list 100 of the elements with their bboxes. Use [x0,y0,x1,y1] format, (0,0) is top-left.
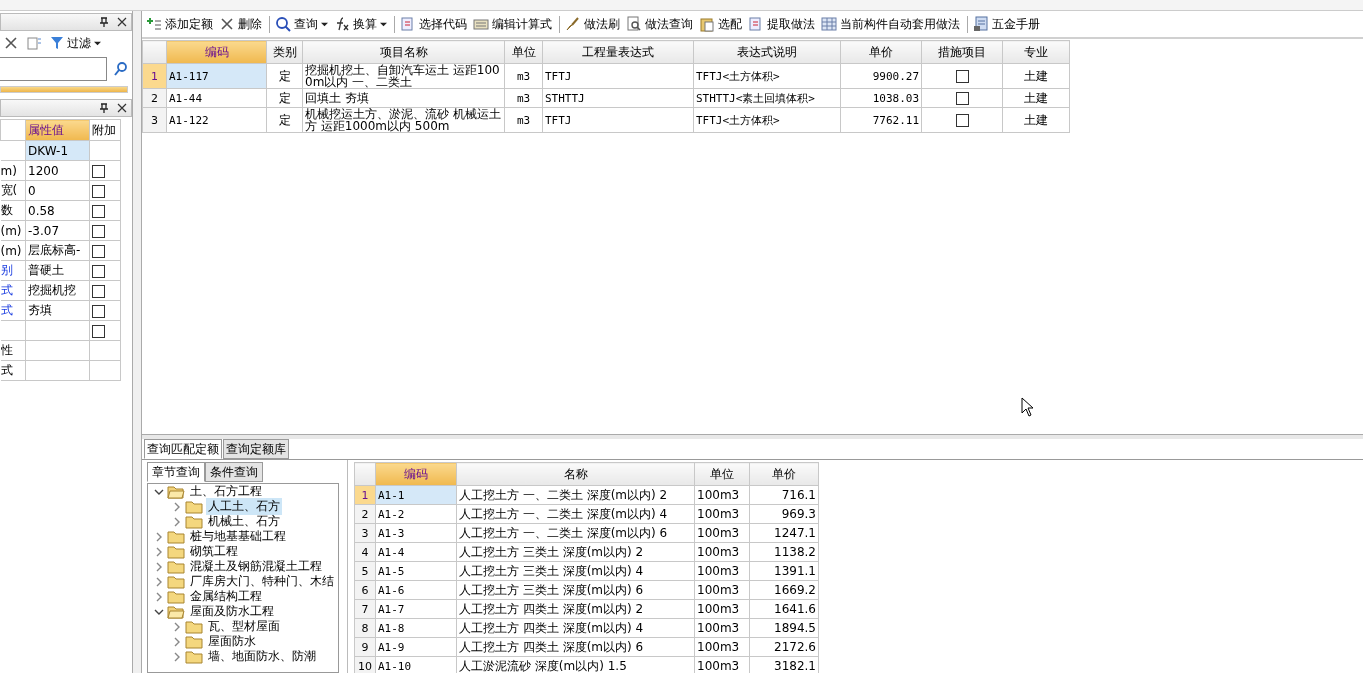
toolbar-button[interactable]: 删除 [217,15,264,33]
folder-icon [167,544,185,559]
table-cell: 100m3 [694,599,750,619]
tree-item[interactable]: 瓦、型材屋面 [206,618,282,635]
column-header[interactable]: 名称 [456,462,695,486]
document-search-icon [626,16,642,32]
table-cell: A1-5 [375,561,457,581]
table-cell: A1-122 [166,107,267,133]
close-icon[interactable] [117,103,127,113]
toolbar-button[interactable]: 添加定额 [144,15,215,33]
folder-icon [185,619,203,634]
property-name: 性 [0,340,26,361]
tree-item[interactable]: 混凝土及钢筋混凝土工程 [188,558,324,575]
filter-button[interactable]: 过滤 [50,34,101,52]
pin-icon[interactable] [99,17,109,27]
toolbar-button[interactable]: 查询 [269,15,330,33]
property-name: 宽( [0,180,26,201]
checkbox[interactable] [92,164,105,178]
property-value[interactable]: 夯填 [25,300,90,321]
tree-item[interactable]: 砌筑工程 [188,543,240,560]
table-cell: TFTJ<土方体积> [693,63,841,89]
checkbox[interactable] [92,324,105,338]
table-cell: 969.3 [749,504,819,524]
search-icon[interactable] [113,61,129,77]
checkbox[interactable] [92,224,105,238]
toolbar-button[interactable]: 做法刷 [559,15,622,33]
table-cell: 定 [266,107,303,133]
row-number[interactable]: 3 [142,107,167,133]
row-number[interactable]: 1 [142,63,167,89]
table-cell: 1669.2 [749,580,819,600]
checkbox[interactable] [92,304,105,318]
property-value[interactable]: 0.58 [25,200,90,221]
delete-icon [219,16,235,32]
caret-icon [380,20,387,28]
delete-icon[interactable] [4,36,18,50]
column-header[interactable]: 项目名称 [302,40,505,64]
column-header[interactable]: 单价 [840,40,922,64]
column-header[interactable]: 单价 [749,462,819,486]
table-cell: 9900.27 [840,63,922,89]
close-icon[interactable] [117,17,127,27]
tab[interactable]: 章节查询 [147,462,205,482]
tree-item[interactable]: 桩与地基基础工程 [188,528,288,545]
column-header[interactable]: 编码 [375,462,457,486]
table-cell: STHTTJ<素土回填体积> [693,88,841,108]
checkbox[interactable] [92,244,105,258]
tree-item[interactable]: 屋面及防水工程 [188,603,276,620]
toolbar-button[interactable]: 换算 [332,15,389,33]
table-cell: 土建 [1002,107,1070,133]
pin-icon[interactable] [99,103,109,113]
toolbar-button[interactable]: 提取做法 [746,15,817,33]
column-header[interactable]: 措施项目 [921,40,1003,64]
column-header[interactable]: 附加 [89,119,121,141]
property-name [0,320,26,341]
checkbox[interactable] [92,264,105,278]
column-header[interactable]: 单位 [694,462,750,486]
toolbar-button[interactable]: 当前构件自动套用做法 [819,15,962,33]
property-value[interactable]: 挖掘机挖 [25,280,90,301]
toolbar-button[interactable]: 五金手册 [967,15,1042,33]
table-cell: 人工挖土方 一、二类土 深度(m以内) 6 [456,523,695,543]
checkbox[interactable] [92,204,105,218]
toolbar-button[interactable]: 选择代码 [394,15,469,33]
tree-item[interactable]: 墙、地面防水、防潮 [206,648,318,665]
tree-item[interactable]: 机械土、石方 [206,513,282,530]
property-value[interactable]: 0 [25,180,90,201]
table-cell: 100m3 [694,637,750,657]
property-value[interactable]: -3.07 [25,220,90,241]
checkbox[interactable] [92,184,105,198]
column-header[interactable]: 表达式说明 [693,40,841,64]
column-header[interactable]: 专业 [1002,40,1070,64]
property-value[interactable]: 层底标高- [25,240,90,261]
tree-item[interactable]: 金属结构工程 [188,588,264,605]
folder-icon [185,499,203,514]
column-header[interactable]: 单位 [504,40,543,64]
toolbar-button[interactable]: 选配 [697,15,744,33]
table-cell: 人工淤泥流砂 深度(m以内) 1.5 [456,656,695,673]
folder-icon [167,559,185,574]
table-cell: 1641.6 [749,599,819,619]
tree-item[interactable]: 土、石方工程 [188,484,264,500]
toolbar-button[interactable]: 做法查询 [624,15,695,33]
toolbar-button[interactable]: 编辑计算式 [471,15,554,33]
column-header[interactable]: 编码 [166,40,267,64]
search-field[interactable] [0,57,107,81]
column-header[interactable]: 工程量表达式 [542,40,694,64]
tab[interactable]: 查询定额库 [223,439,289,459]
column-header[interactable]: 类别 [266,40,303,64]
checkbox[interactable] [955,70,969,83]
checkbox[interactable] [92,284,105,298]
table-cell: A1-2 [375,504,457,524]
tab[interactable]: 条件查询 [205,462,263,482]
tree-item[interactable]: 人工土、石方 [206,498,282,515]
tree-item[interactable]: 厂库房大门、特种门、木结 [188,573,336,590]
property-value[interactable]: 1200 [25,160,90,181]
table-cell: A1-117 [166,63,267,89]
checkbox[interactable] [955,114,969,127]
folder-icon [167,574,185,589]
tab[interactable]: 查询匹配定额 [144,439,222,459]
tree-item[interactable]: 屋面防水 [206,633,258,650]
checkbox[interactable] [955,92,969,105]
property-value[interactable]: 普硬土 [25,260,90,281]
column-header[interactable]: 属性值 [25,119,90,141]
